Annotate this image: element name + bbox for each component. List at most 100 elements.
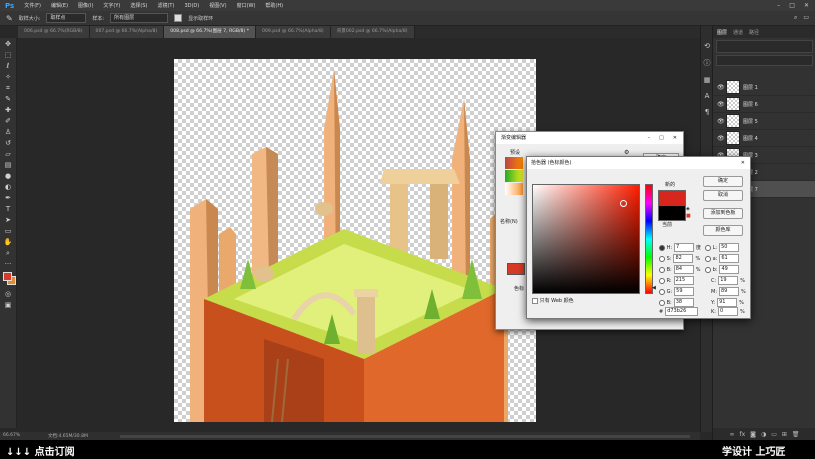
lab-l-field[interactable]: L: 50 xyxy=(705,243,741,252)
black-field[interactable]: K: 0% xyxy=(711,307,745,316)
yellow-input[interactable]: 91 xyxy=(717,298,738,307)
web-only-option[interactable]: 只有 Web 颜色 xyxy=(532,297,574,304)
saturation-brightness-field[interactable] xyxy=(532,184,640,294)
blue-input[interactable]: 38 xyxy=(673,298,694,307)
lab-b-radio[interactable] xyxy=(705,266,711,273)
lab-l-input[interactable]: 50 xyxy=(719,243,740,252)
workspace-icon[interactable]: ▭ xyxy=(803,14,809,22)
red-field[interactable]: R: 215 xyxy=(659,276,696,285)
visibility-eye-icon[interactable]: 👁 xyxy=(717,135,725,142)
new-layer-icon[interactable]: ⊞ xyxy=(782,431,787,438)
layer-thumbnail[interactable] xyxy=(726,97,740,111)
menu-image[interactable]: 图像(I) xyxy=(73,2,98,9)
move-tool-icon[interactable]: ✥ xyxy=(2,39,14,49)
group-icon[interactable]: ▭ xyxy=(771,431,777,438)
layer-row[interactable]: 👁 图层 6 xyxy=(713,96,815,113)
tab-008[interactable]: 008.psd @ 66.7%(图层 7, RGB/8) * xyxy=(164,26,256,38)
yellow-field[interactable]: Y: 91% xyxy=(711,298,744,307)
preset-swatches[interactable] xyxy=(505,157,523,197)
shape-tool-icon[interactable]: ▭ xyxy=(2,226,14,236)
quick-select-tool-icon[interactable]: ✧ xyxy=(2,72,14,82)
lab-a-field[interactable]: a: 61 xyxy=(705,254,741,263)
menu-select[interactable]: 选择(S) xyxy=(125,2,152,9)
current-color-swatch[interactable] xyxy=(658,206,686,221)
red-input[interactable]: 215 xyxy=(673,276,694,285)
tab-009[interactable]: 009.psd @ 66.7%(Alpha/8) xyxy=(256,26,331,38)
color-stop-swatch[interactable] xyxy=(507,263,525,275)
pen-tool-icon[interactable]: ✒ xyxy=(2,193,14,203)
crop-tool-icon[interactable]: ⌗ xyxy=(2,83,14,93)
trash-icon[interactable]: 🗑 xyxy=(792,431,800,438)
layer-thumbnail[interactable] xyxy=(726,114,740,128)
layer-filter-row[interactable] xyxy=(716,40,813,53)
history-brush-icon[interactable]: ↺ xyxy=(2,138,14,148)
show-ring-checkbox[interactable] xyxy=(174,14,183,22)
foreground-color[interactable] xyxy=(3,272,12,281)
lab-a-input[interactable]: 61 xyxy=(719,254,740,263)
hand-tool-icon[interactable]: ✋ xyxy=(2,237,14,247)
tab-layers[interactable]: 图层 xyxy=(717,29,727,36)
fx-icon[interactable]: fx xyxy=(739,431,745,438)
lasso-tool-icon[interactable]: ℓ xyxy=(2,61,14,71)
ok-button[interactable]: 确定 xyxy=(703,176,743,187)
mask-icon[interactable]: ◙ xyxy=(750,431,756,438)
minimize-icon[interactable]: – xyxy=(777,2,780,9)
blur-tool-icon[interactable]: ● xyxy=(2,171,14,181)
saturation-input[interactable]: 82 xyxy=(673,254,694,263)
menu-file[interactable]: 文件(F) xyxy=(19,2,46,9)
preset-swatch[interactable] xyxy=(505,170,523,182)
color-libraries-button[interactable]: 颜色库 xyxy=(703,225,743,236)
zoom-level[interactable]: 66.67% xyxy=(3,433,20,438)
blue-radio[interactable] xyxy=(659,299,665,306)
layer-thumbnail[interactable] xyxy=(726,131,740,145)
brightness-field[interactable]: B: 84% xyxy=(659,265,700,274)
color-swatches[interactable] xyxy=(2,271,16,287)
tab-background002[interactable]: 背景002.psd @ 66.7%(Alpha/8) xyxy=(330,26,415,38)
tab-paths[interactable]: 路径 xyxy=(749,29,759,36)
hex-input[interactable]: d73b26 xyxy=(665,307,699,316)
eyedropper-icon[interactable]: ✎ xyxy=(6,14,13,23)
cyan-field[interactable]: C: 19% xyxy=(711,276,745,285)
horizontal-scrollbar[interactable] xyxy=(120,435,690,438)
visibility-eye-icon[interactable]: 👁 xyxy=(717,118,725,125)
gradient-tool-icon[interactable]: ▤ xyxy=(2,160,14,170)
layer-thumbnail[interactable] xyxy=(726,80,740,94)
search-icon[interactable]: ⌕ xyxy=(794,14,797,22)
web-color-cube-icon[interactable]: ■ xyxy=(686,213,691,219)
layer-row[interactable]: 👁 图层 5 xyxy=(713,113,815,130)
menu-3d[interactable]: 3D(D) xyxy=(179,3,204,9)
lab-b-field[interactable]: b: 49 xyxy=(705,265,741,274)
red-radio[interactable] xyxy=(659,277,665,284)
hue-radio[interactable] xyxy=(659,244,665,251)
maximize-icon[interactable]: □ xyxy=(659,132,664,144)
menu-edit[interactable]: 编辑(E) xyxy=(46,2,73,9)
minimize-icon[interactable]: – xyxy=(648,132,651,144)
layer-row[interactable]: 👁 图层 1 xyxy=(713,79,815,96)
lab-a-radio[interactable] xyxy=(705,255,711,262)
brightness-radio[interactable] xyxy=(659,266,665,273)
quick-mask-icon[interactable]: ◎ xyxy=(2,289,14,299)
web-only-checkbox[interactable] xyxy=(532,297,538,304)
gamut-warning-icon[interactable]: ◈ xyxy=(686,206,690,212)
gear-icon[interactable]: ⚙ xyxy=(624,149,629,156)
tab-006[interactable]: 006.psd @ 66.7%(RGB/8) xyxy=(18,26,90,38)
brush-tool-icon[interactable]: ✐ xyxy=(2,116,14,126)
green-radio[interactable] xyxy=(659,288,665,295)
lock-row[interactable] xyxy=(716,68,813,77)
magenta-input[interactable]: 89 xyxy=(719,287,739,296)
hex-field[interactable]: # d73b26 xyxy=(659,307,700,316)
menu-view[interactable]: 视图(V) xyxy=(204,2,231,9)
menu-window[interactable]: 窗口(W) xyxy=(232,2,261,9)
blend-mode-row[interactable] xyxy=(716,55,813,66)
hue-slider-arrow-icon[interactable]: ◀ xyxy=(652,285,656,291)
color-selector-ring[interactable] xyxy=(620,200,627,207)
close-icon[interactable]: ✕ xyxy=(673,132,677,144)
stamp-tool-icon[interactable]: ♙ xyxy=(2,127,14,137)
eraser-tool-icon[interactable]: ▱ xyxy=(2,149,14,159)
brightness-input[interactable]: 84 xyxy=(673,265,694,274)
hue-slider[interactable] xyxy=(645,184,653,294)
cyan-input[interactable]: 19 xyxy=(718,276,739,285)
path-select-icon[interactable]: ➤ xyxy=(2,215,14,225)
menu-filter[interactable]: 滤镜(T) xyxy=(152,2,179,9)
maximize-icon[interactable]: □ xyxy=(789,2,795,9)
